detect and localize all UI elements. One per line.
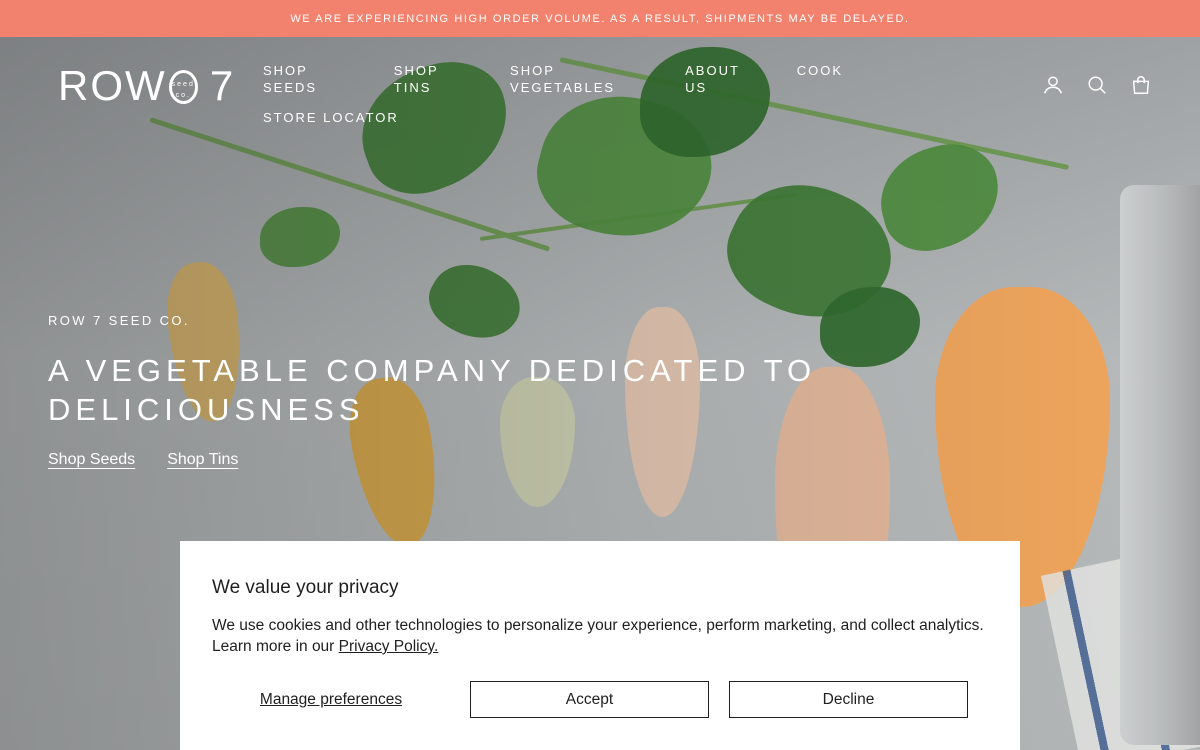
hero-headline: A VEGETABLE COMPANY DEDICATED TO DELICIO… [48,353,817,427]
cookie-banner: We value your privacy We use cookies and… [180,541,1020,750]
account-icon[interactable] [1042,74,1064,96]
decline-button[interactable]: Decline [729,681,968,718]
main-nav: SHOP SEEDS SHOP TINS SHOP VEGETABLES ABO… [263,62,883,126]
cookie-title: We value your privacy [212,577,399,598]
nav-shop-seeds[interactable]: SHOP SEEDS [263,62,354,96]
nav-shop-tins[interactable]: SHOP TINS [394,62,470,96]
cookie-body-text: We use cookies and other technologies to… [212,617,984,655]
header-icons [1042,74,1152,96]
logo-badge: seed co. [168,70,198,104]
privacy-policy-link[interactable]: Privacy Policy. [339,638,439,655]
nav-shop-vegetables[interactable]: SHOP VEGETABLES [510,62,645,96]
logo[interactable]: ROW seed co. 7 [58,62,233,110]
hero-links: Shop Seeds Shop Tins [48,451,238,469]
cart-icon[interactable] [1130,74,1152,96]
manage-preferences-button[interactable]: Manage preferences [212,681,450,718]
announcement-bar: WE ARE EXPERIENCING HIGH ORDER VOLUME. A… [0,0,1200,37]
nav-about-us[interactable]: ABOUT US [685,62,757,96]
logo-number: 7 [209,62,236,109]
nav-cook[interactable]: COOK [797,62,843,96]
logo-text: ROW [58,62,167,109]
search-icon[interactable] [1086,74,1108,96]
hero-eyebrow: ROW 7 SEED CO. [48,313,190,328]
accept-button[interactable]: Accept [470,681,709,718]
cookie-actions: Manage preferences Accept Decline [212,681,988,718]
nav-store-locator[interactable]: STORE LOCATOR [263,109,399,126]
hero-link-shop-tins[interactable]: Shop Tins [167,451,238,469]
hero-link-shop-seeds[interactable]: Shop Seeds [48,451,135,469]
cookie-body: We use cookies and other technologies to… [212,615,1002,657]
